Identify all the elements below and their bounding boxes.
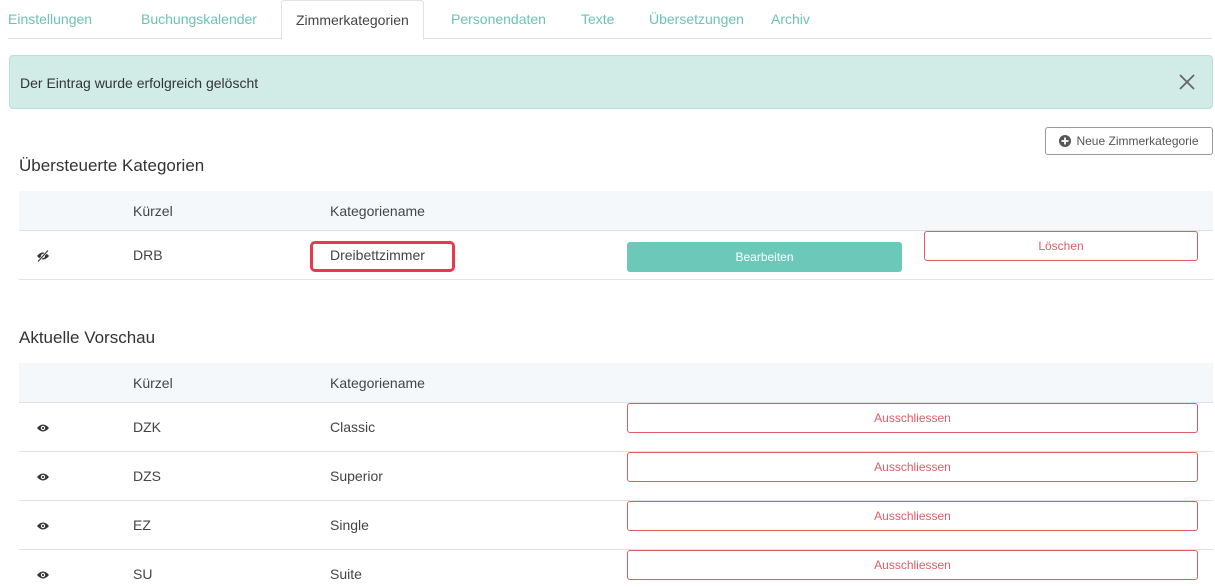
eye-slash-icon[interactable] bbox=[36, 250, 50, 262]
table-row: EZ Single Ausschliessen bbox=[19, 501, 1213, 550]
delete-button[interactable]: Löschen bbox=[924, 231, 1198, 261]
eye-icon[interactable] bbox=[36, 569, 50, 581]
eye-icon[interactable] bbox=[36, 422, 50, 434]
tab-bar: Einstellungen Buchungskalender Zimmerkat… bbox=[8, 0, 1212, 40]
overridden-section-title: Übersteuerte Kategorien bbox=[19, 156, 205, 175]
eye-icon[interactable] bbox=[36, 520, 50, 532]
row-code: SU bbox=[133, 566, 153, 582]
column-header-code: Kürzel bbox=[133, 375, 173, 391]
plus-circle-icon bbox=[1059, 135, 1072, 147]
exclude-button[interactable]: Ausschliessen bbox=[627, 403, 1198, 433]
exclude-button[interactable]: Ausschliessen bbox=[627, 550, 1198, 580]
highlight-box bbox=[310, 241, 455, 272]
overridden-table-header: Kürzel Kategoriename bbox=[19, 191, 1213, 231]
tab-personendaten[interactable]: Personendaten bbox=[451, 0, 546, 39]
tab-uebersetzungen[interactable]: Übersetzungen bbox=[649, 0, 744, 39]
new-category-label: Neue Zimmerkategorie bbox=[1076, 134, 1199, 148]
row-name: Classic bbox=[330, 419, 376, 435]
tab-zimmerkategorien[interactable]: Zimmerkategorien bbox=[281, 0, 424, 40]
preview-table-header: Kürzel Kategoriename bbox=[19, 363, 1213, 403]
column-header-name: Kategoriename bbox=[330, 375, 425, 391]
table-row: DRB Dreibettzimmer Bearbeiten Löschen bbox=[19, 231, 1213, 280]
preview-section-title: Aktuelle Vorschau bbox=[19, 328, 156, 347]
success-alert: Der Eintrag wurde erfolgreich gelöscht bbox=[9, 55, 1213, 109]
close-icon[interactable] bbox=[1176, 71, 1198, 93]
row-code: DRB bbox=[133, 247, 163, 263]
exclude-button[interactable]: Ausschliessen bbox=[627, 501, 1198, 531]
column-header-name: Kategoriename bbox=[330, 203, 425, 219]
alert-message: Der Eintrag wurde erfolgreich gelöscht bbox=[20, 75, 259, 91]
row-code: EZ bbox=[133, 517, 151, 533]
row-code: DZK bbox=[133, 419, 161, 435]
tab-buchungskalender[interactable]: Buchungskalender bbox=[141, 0, 257, 39]
row-code: DZS bbox=[133, 468, 161, 484]
table-row: DZS Superior Ausschliessen bbox=[19, 452, 1213, 501]
tab-texte[interactable]: Texte bbox=[581, 0, 614, 39]
row-name: Single bbox=[330, 517, 369, 533]
edit-button[interactable]: Bearbeiten bbox=[627, 242, 902, 272]
exclude-button[interactable]: Ausschliessen bbox=[627, 452, 1198, 482]
tab-einstellungen[interactable]: Einstellungen bbox=[8, 0, 92, 39]
row-name: Suite bbox=[330, 566, 362, 582]
row-name: Superior bbox=[330, 468, 383, 484]
new-category-button[interactable]: Neue Zimmerkategorie bbox=[1045, 127, 1213, 155]
column-header-code: Kürzel bbox=[133, 203, 173, 219]
tab-archiv[interactable]: Archiv bbox=[771, 0, 810, 39]
eye-icon[interactable] bbox=[36, 471, 50, 483]
table-row: SU Suite Ausschliessen bbox=[19, 550, 1213, 587]
table-row: DZK Classic Ausschliessen bbox=[19, 403, 1213, 452]
